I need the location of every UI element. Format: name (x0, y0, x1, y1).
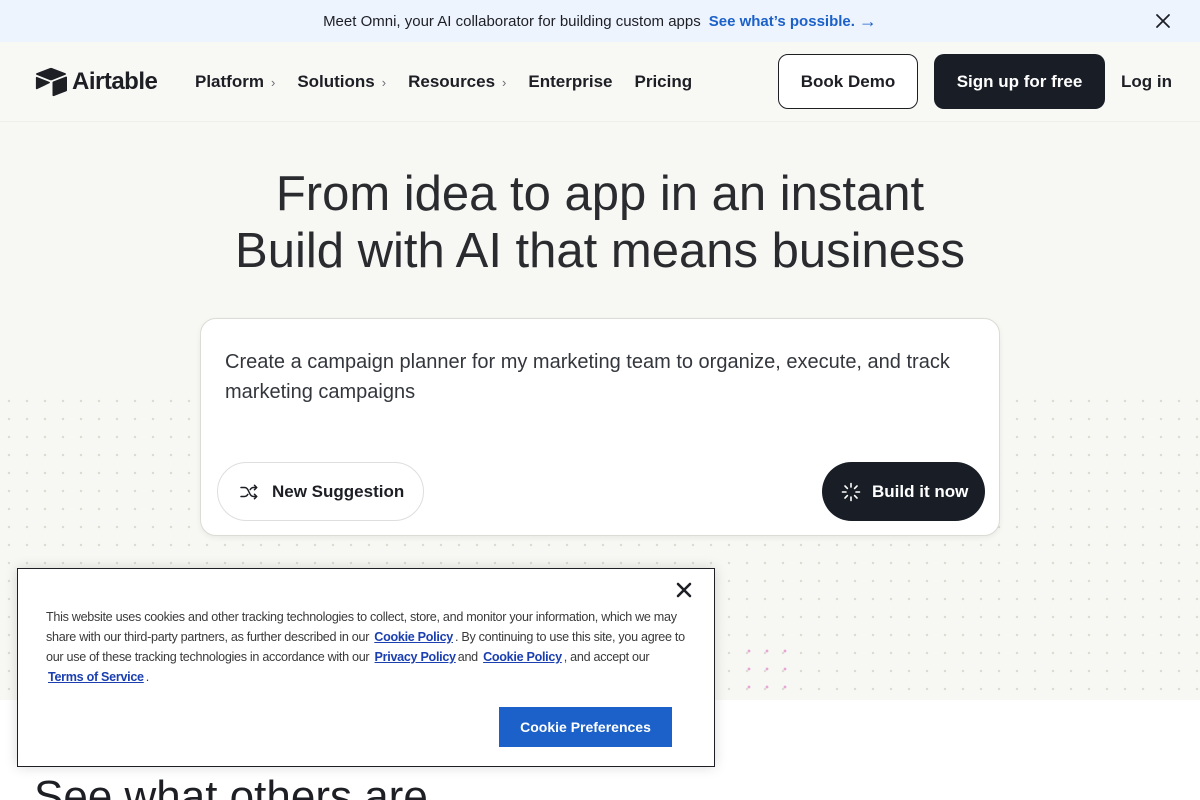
sparkle-loader-icon (841, 482, 861, 501)
nav-label: Resources (408, 72, 496, 91)
nav-item-solutions[interactable]: Solutions › (297, 72, 386, 92)
shuffle-icon (240, 484, 258, 499)
cookie-text-part: , and accept our (563, 650, 650, 664)
cookie-text-part: . (145, 670, 150, 684)
cookie-policy-link[interactable]: Cookie Policy (374, 630, 453, 644)
nav-item-resources[interactable]: Resources › (408, 72, 506, 92)
new-suggestion-button[interactable]: New Suggestion (217, 462, 424, 521)
announcement-link-label: See what’s possible. (708, 12, 855, 30)
airtable-logo-icon (35, 67, 67, 97)
prompt-input[interactable]: Create a campaign planner for my marketi… (225, 347, 965, 407)
cookie-text-part: and (457, 650, 478, 664)
nav-label: Solutions (297, 72, 375, 91)
nav-item-pricing[interactable]: Pricing (634, 72, 692, 92)
chevron-right-icon: › (381, 74, 387, 90)
nav-label: Pricing (634, 72, 693, 91)
hero-title-line-2: Build with AI that means business (235, 224, 965, 278)
nav-label: Enterprise (528, 72, 613, 91)
sign-up-button[interactable]: Sign up for free (934, 54, 1105, 109)
prompt-card: Create a campaign planner for my marketi… (200, 318, 1000, 536)
cookie-preferences-button[interactable]: Cookie Preferences (499, 707, 672, 747)
build-it-now-button[interactable]: Build it now (822, 462, 985, 521)
main-nav: Platform › Solutions › Resources › Enter… (195, 42, 714, 122)
site-header: Airtable Platform › Solutions › Resource… (0, 42, 1200, 122)
hero-title: From idea to app in an instant Build wit… (0, 166, 1200, 280)
chevron-right-icon: › (270, 74, 276, 90)
logo-text: Airtable (72, 68, 158, 95)
close-icon[interactable] (1154, 12, 1172, 30)
close-icon[interactable] (675, 581, 693, 599)
new-suggestion-label: New Suggestion (272, 481, 405, 501)
nav-item-enterprise[interactable]: Enterprise (528, 72, 612, 92)
cookie-policy-link-2[interactable]: Cookie Policy (483, 650, 562, 664)
chevron-right-icon: › (502, 74, 507, 90)
privacy-policy-link[interactable]: Privacy Policy (375, 650, 457, 664)
section-heading: See what others are (34, 772, 428, 800)
log-in-link[interactable]: Log in (1121, 72, 1172, 92)
arrow-right-icon: → (858, 10, 877, 31)
airtable-logo[interactable]: Airtable (34, 67, 158, 97)
announcement-message: Meet Omni, your AI collaborator for buil… (323, 12, 701, 30)
build-it-now-label: Build it now (872, 481, 969, 501)
cookie-banner: This website uses cookies and other trac… (17, 568, 715, 767)
dot-pattern-accent (740, 642, 800, 700)
nav-item-platform[interactable]: Platform › (195, 72, 275, 92)
nav-label: Platform (195, 72, 264, 91)
book-demo-button[interactable]: Book Demo (778, 54, 918, 109)
cookie-notice-text: This website uses cookies and other trac… (46, 607, 686, 687)
terms-of-service-link[interactable]: Terms of Service (48, 670, 144, 684)
announcement-bar: Meet Omni, your AI collaborator for buil… (0, 0, 1200, 42)
announcement-link[interactable]: See what’s possible. → (709, 11, 877, 32)
hero-title-line-1: From idea to app in an instant (275, 167, 925, 221)
